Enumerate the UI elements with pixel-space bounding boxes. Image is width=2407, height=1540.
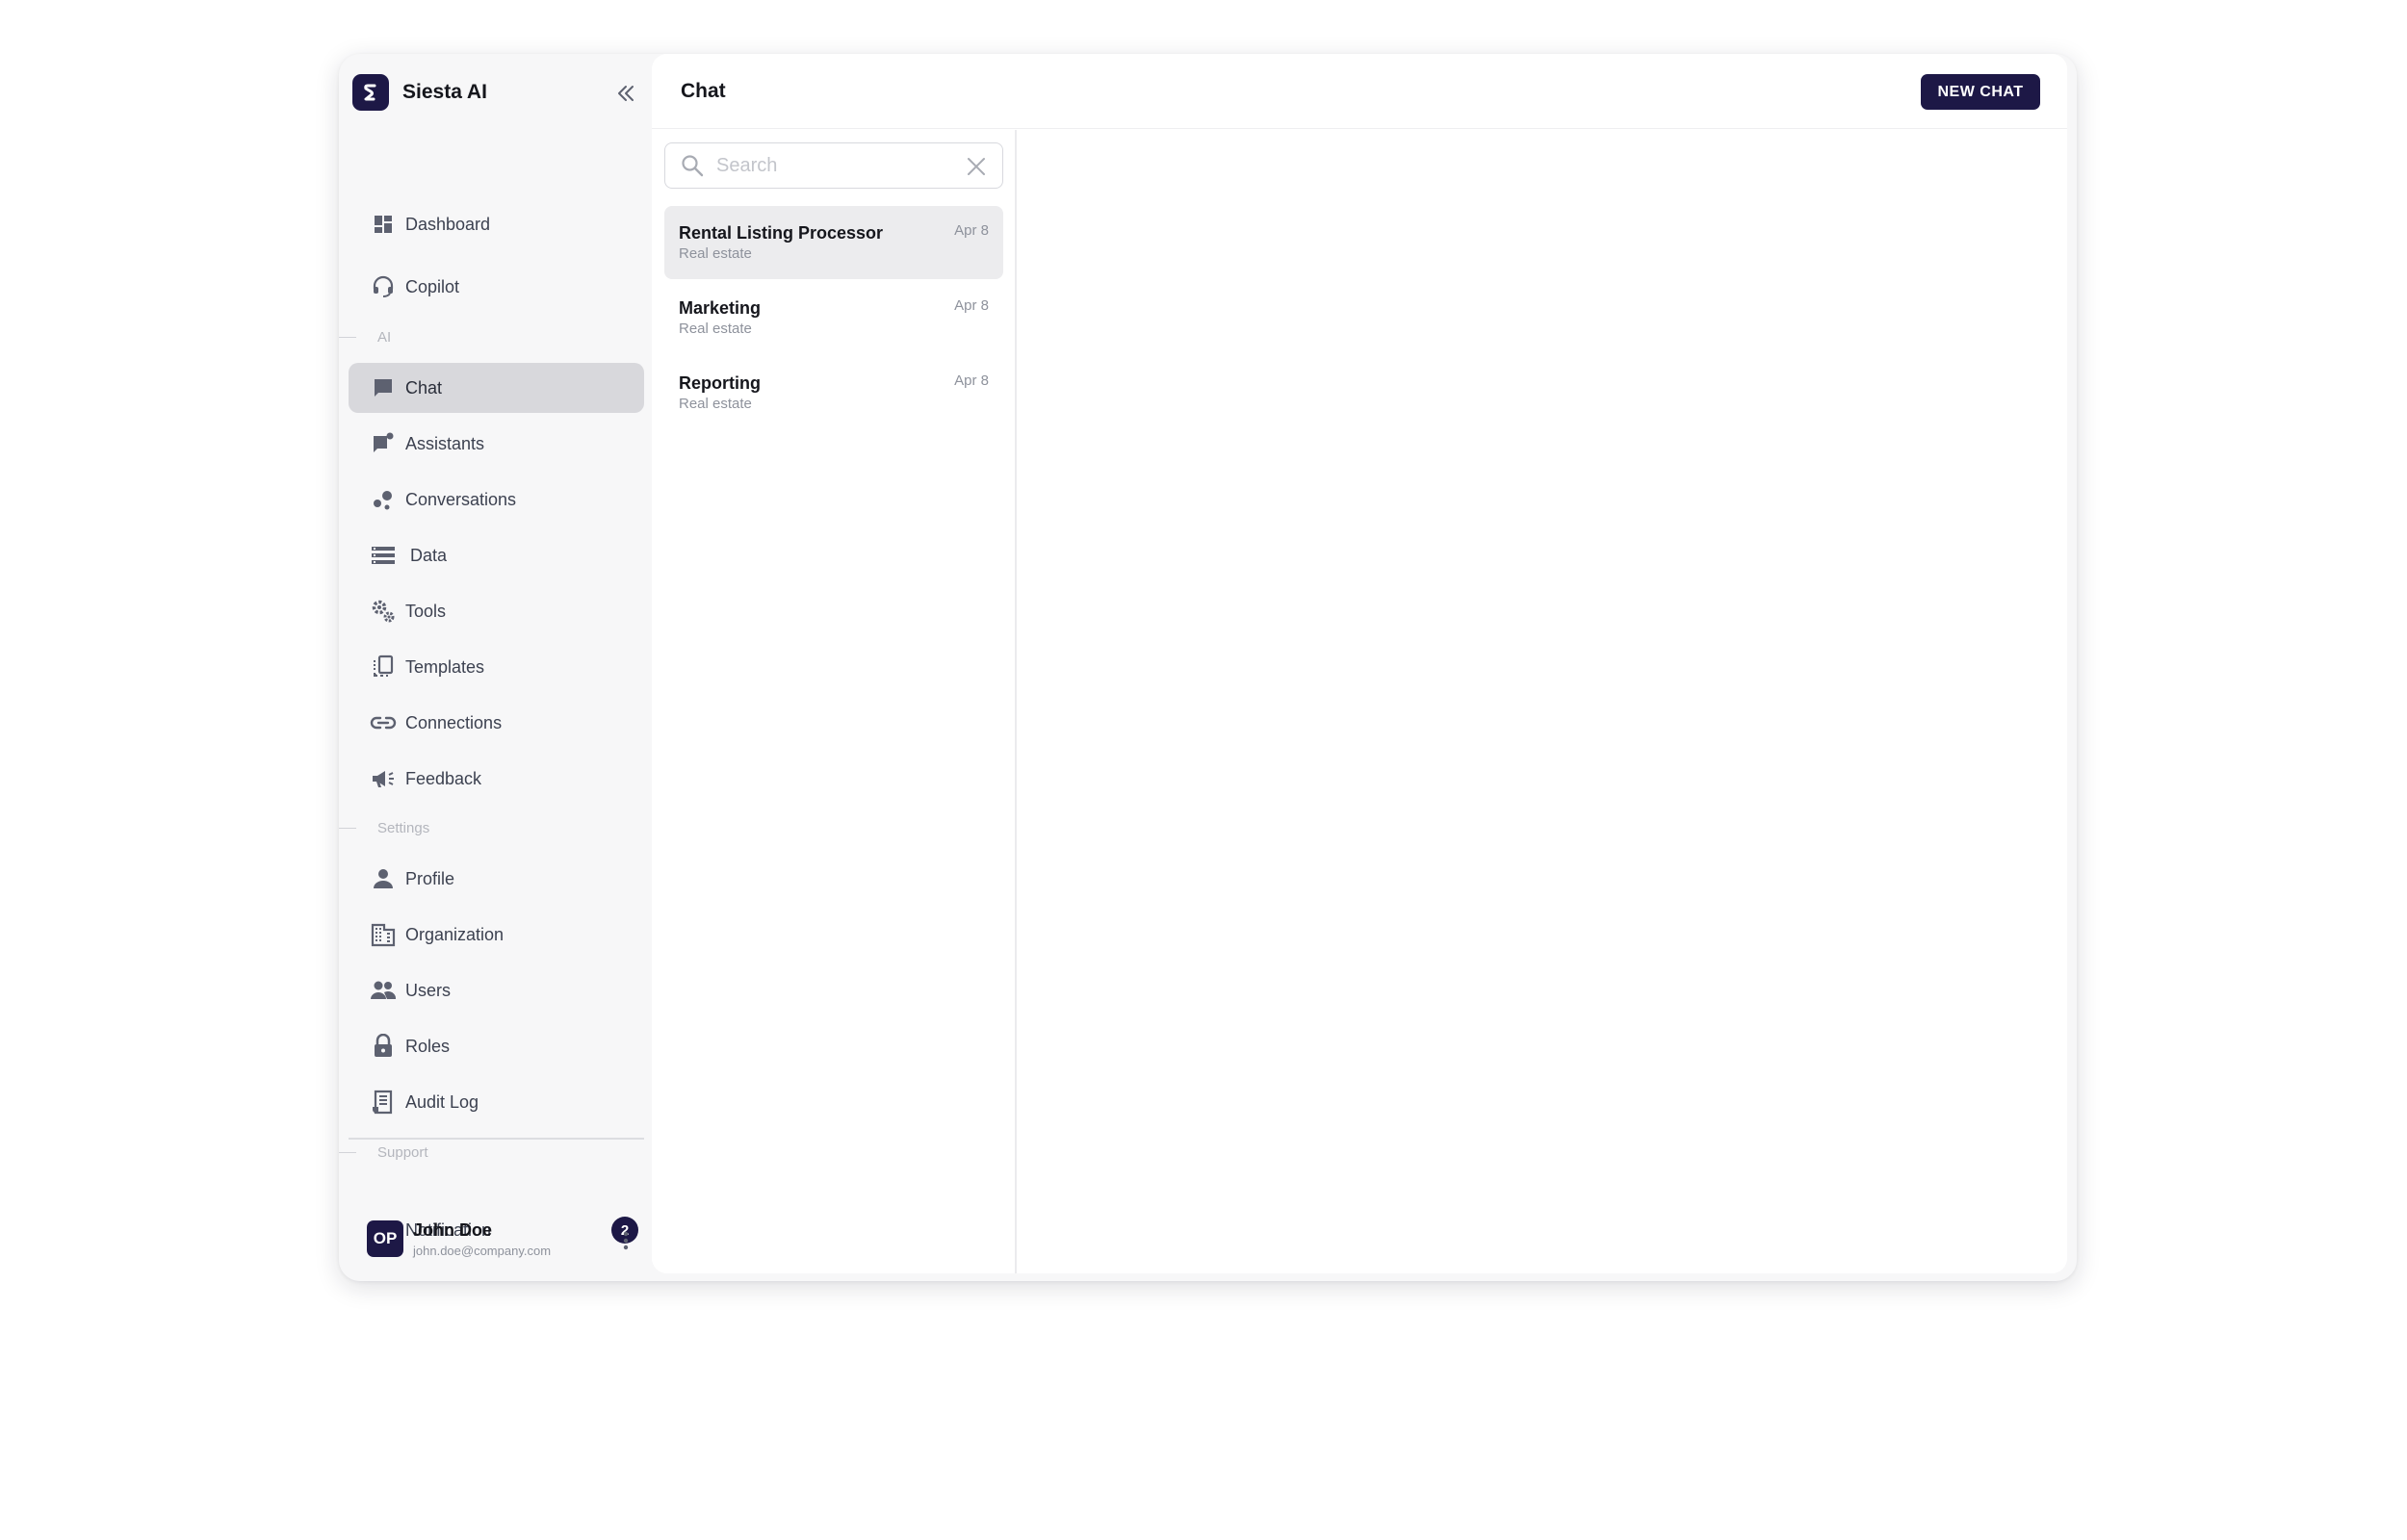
headset-icon <box>370 273 397 300</box>
app-window: Siesta AI Dashboard Copilot AI Chat Assi… <box>339 54 2077 1281</box>
sidebar-item-connections[interactable]: Connections <box>349 698 644 748</box>
chat-list-item[interactable]: Reporting Real estate Apr 8 <box>664 356 1003 429</box>
chat-list-item[interactable]: Rental Listing Processor Real estate Apr… <box>664 206 1003 279</box>
chat-title: Reporting <box>679 373 761 393</box>
chat-date: Apr 8 <box>954 222 989 239</box>
chat-bubble-icon <box>370 374 397 401</box>
search-input[interactable] <box>716 151 957 180</box>
megaphone-icon <box>370 765 397 792</box>
chat-subtitle: Real estate <box>679 245 752 262</box>
sidebar: Siesta AI Dashboard Copilot AI Chat Assi… <box>339 54 652 1281</box>
sidebar-item-label: Dashboard <box>405 214 491 234</box>
siesta-logo-icon <box>352 74 389 111</box>
sidebar-item-templates[interactable]: Templates <box>349 642 644 692</box>
chat-list-panel: Rental Listing Processor Real estate Apr… <box>652 130 1017 1273</box>
sidebar-item-label: Templates <box>405 656 485 677</box>
search-icon <box>682 155 704 177</box>
app-name: Siesta AI <box>402 81 487 103</box>
sidebar-divider <box>349 1138 644 1140</box>
new-chat-button[interactable]: NEW CHAT <box>1921 74 2040 110</box>
search-box <box>664 142 1003 189</box>
user-account[interactable]: OP John Doe john.doe@company.com <box>367 1219 646 1261</box>
sidebar-item-users[interactable]: Users <box>349 965 644 1015</box>
sidebar-item-chat[interactable]: Chat <box>349 363 644 413</box>
avatar: OP <box>367 1220 403 1257</box>
sidebar-item-label: Organization <box>405 924 505 944</box>
sidebar-item-label: Roles <box>405 1036 451 1056</box>
sidebar-item-dashboard[interactable]: Dashboard <box>349 199 644 249</box>
sidebar-item-label: Data <box>410 545 448 565</box>
sidebar-item-label: Profile <box>405 868 455 888</box>
sidebar-item-organization[interactable]: Organization <box>349 910 644 960</box>
sidebar-item-label: Users <box>405 980 452 1000</box>
more-vertical-icon <box>623 1231 629 1250</box>
bubbles-icon <box>370 486 397 513</box>
page-title: Chat <box>681 80 726 102</box>
chat-title: Rental Listing Processor <box>679 223 884 243</box>
section-label-support: Support <box>339 1142 428 1162</box>
section-label-ai: AI <box>339 327 391 346</box>
main-header: Chat NEW CHAT <box>652 54 2067 129</box>
sidebar-item-copilot[interactable]: Copilot <box>349 262 644 312</box>
sidebar-item-assistants[interactable]: Assistants <box>349 419 644 469</box>
user-name: John Doe <box>413 1220 493 1240</box>
user-email: john.doe@company.com <box>413 1244 552 1258</box>
sidebar-item-profile[interactable]: Profile <box>349 854 644 904</box>
receipt-icon <box>370 1089 397 1116</box>
brand[interactable]: Siesta AI <box>352 73 487 112</box>
storage-icon <box>370 542 397 569</box>
sidebar-item-conversations[interactable]: Conversations <box>349 475 644 525</box>
sidebar-item-label: Tools <box>405 601 447 621</box>
chat-date: Apr 8 <box>954 297 989 314</box>
sidebar-item-label: Connections <box>405 712 503 732</box>
sidebar-item-label: Feedback <box>405 768 482 788</box>
collapse-sidebar-button[interactable] <box>611 79 640 108</box>
sidebar-item-audit-log[interactable]: Audit Log <box>349 1077 644 1127</box>
sidebar-item-label: Conversations <box>405 489 517 509</box>
building-icon <box>370 921 397 948</box>
chat-subtitle: Real estate <box>679 396 752 412</box>
chat-content-area <box>1019 130 2067 1273</box>
section-label-settings: Settings <box>339 818 429 837</box>
gears-icon <box>370 598 397 625</box>
link-icon <box>370 709 397 736</box>
clear-search-icon[interactable] <box>965 155 988 178</box>
sidebar-item-data[interactable]: Data <box>349 530 644 580</box>
chat-title: Marketing <box>679 298 762 318</box>
sidebar-item-label: Audit Log <box>405 1091 479 1112</box>
double-chevron-left-icon <box>618 86 634 101</box>
person-icon <box>370 865 397 892</box>
templates-icon <box>370 654 397 680</box>
sidebar-item-roles[interactable]: Roles <box>349 1021 644 1071</box>
sidebar-item-tools[interactable]: Tools <box>349 586 644 636</box>
main-panel: Chat NEW CHAT Rental Listing Processor R… <box>652 54 2067 1273</box>
chat-list-item[interactable]: Marketing Real estate Apr 8 <box>664 281 1003 354</box>
sidebar-item-label: Chat <box>405 377 443 398</box>
sidebar-item-label: Assistants <box>405 433 485 453</box>
assistant-chat-icon <box>370 430 397 457</box>
sidebar-item-label: Copilot <box>405 276 460 296</box>
lock-icon <box>370 1033 397 1060</box>
chat-subtitle: Real estate <box>679 321 752 337</box>
user-menu-button[interactable] <box>615 1226 636 1255</box>
people-icon <box>370 977 397 1004</box>
sidebar-item-feedback[interactable]: Feedback <box>349 754 644 804</box>
chat-date: Apr 8 <box>954 372 989 389</box>
dashboard-icon <box>370 211 397 238</box>
